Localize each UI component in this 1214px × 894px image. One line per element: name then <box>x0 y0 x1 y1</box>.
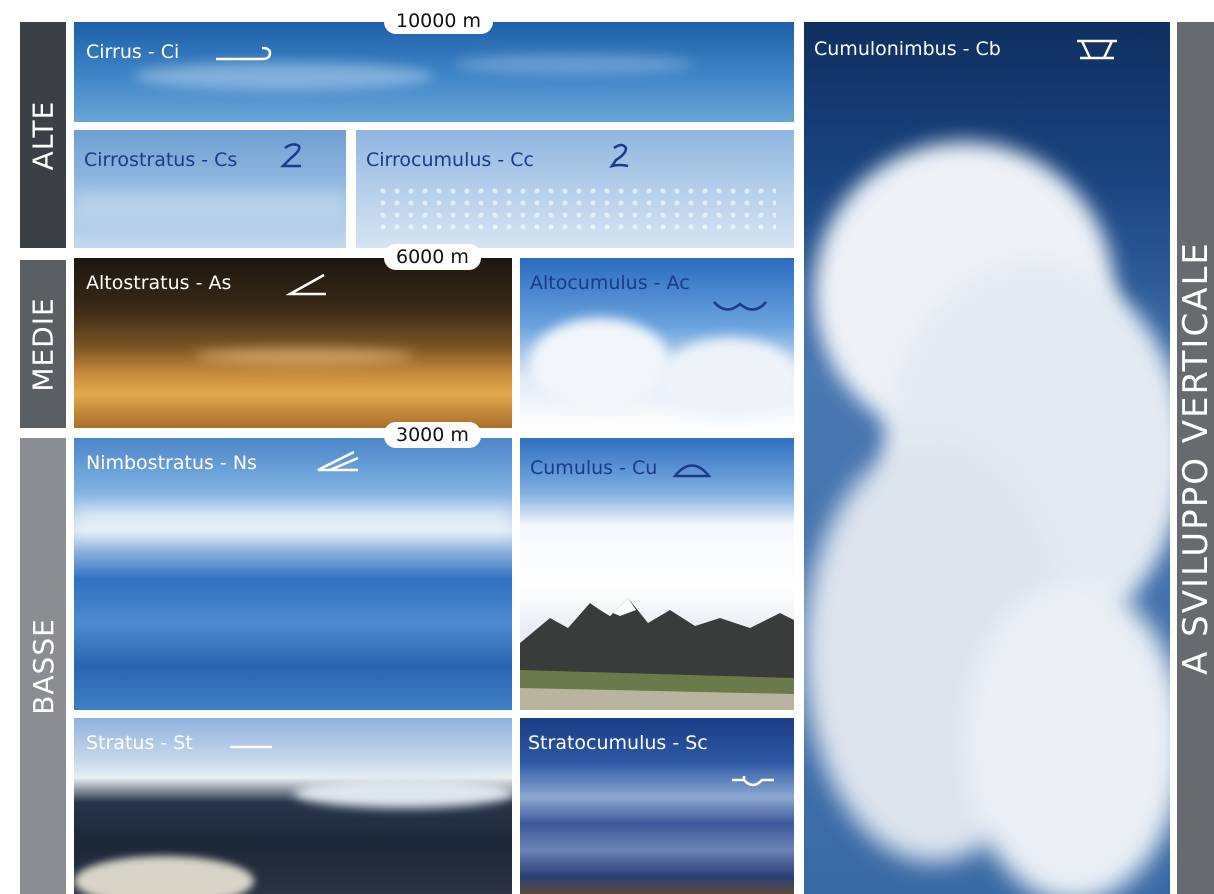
altostratus-photo: Altostratus - As <box>74 258 512 428</box>
cirrocumulus-label: Cirrocumulus - Cc <box>366 149 534 171</box>
cirrostratus-symbol-icon <box>279 143 301 168</box>
cirrocumulus-photo: Cirrocumulus - Cc <box>356 130 794 248</box>
altocumulus-label: Altocumulus - Ac <box>530 272 690 294</box>
nimbostratus-photo: Nimbostratus - Ns <box>74 438 512 710</box>
cirrus-symbol-icon <box>216 46 272 61</box>
cumulus-symbol-icon <box>672 464 712 478</box>
cumulonimbus-label: Cumulonimbus - Cb <box>814 38 1001 60</box>
cirrostratus-label: Cirrostratus - Cs <box>84 149 238 171</box>
band-basse: BASSE <box>20 438 66 894</box>
band-vertical: A SVILUPPO VERTICALE <box>1175 22 1214 894</box>
cumulus-photo: Cumulus - Cu <box>520 438 794 710</box>
cumulus-label: Cumulus - Cu <box>530 457 658 479</box>
band-alte-label: ALTE <box>26 100 60 170</box>
stratus-label: Stratus - St <box>86 732 193 754</box>
cumulonimbus-symbol-icon <box>1077 39 1117 60</box>
altitude-low-label: 3000 m <box>384 422 481 448</box>
altocumulus-symbol-icon <box>713 301 767 311</box>
band-basse-label: BASSE <box>26 617 60 715</box>
nimbostratus-label: Nimbostratus - Ns <box>86 452 257 474</box>
altostratus-symbol-icon <box>286 273 326 296</box>
stratocumulus-photo: Stratocumulus - Sc <box>520 718 794 894</box>
band-medie-label: MEDIE <box>26 296 60 392</box>
altocumulus-photo: Altocumulus - Ac <box>520 258 794 428</box>
stratus-symbol-icon <box>230 745 272 749</box>
stratocumulus-label: Stratocumulus - Sc <box>528 732 708 754</box>
altitude-mid-label: 6000 m <box>384 244 481 270</box>
cumulonimbus-photo: Cumulonimbus - Cb <box>804 22 1170 894</box>
altostratus-label: Altostratus - As <box>86 272 232 294</box>
band-vertical-label: A SVILUPPO VERTICALE <box>1175 241 1214 675</box>
band-alte: ALTE <box>20 22 66 248</box>
nimbostratus-symbol-icon <box>317 450 359 472</box>
cirrus-label: Cirrus - Ci <box>86 41 180 63</box>
band-medie: MEDIE <box>20 260 66 428</box>
cirrocumulus-symbol-icon <box>609 143 629 168</box>
cirrostratus-photo: Cirrostratus - Cs <box>74 130 346 248</box>
cirrus-photo: Cirrus - Ci <box>74 22 794 122</box>
altitude-top-label: 10000 m <box>384 8 493 34</box>
stratocumulus-symbol-icon <box>732 776 774 787</box>
stratus-photo: Stratus - St <box>74 718 512 894</box>
